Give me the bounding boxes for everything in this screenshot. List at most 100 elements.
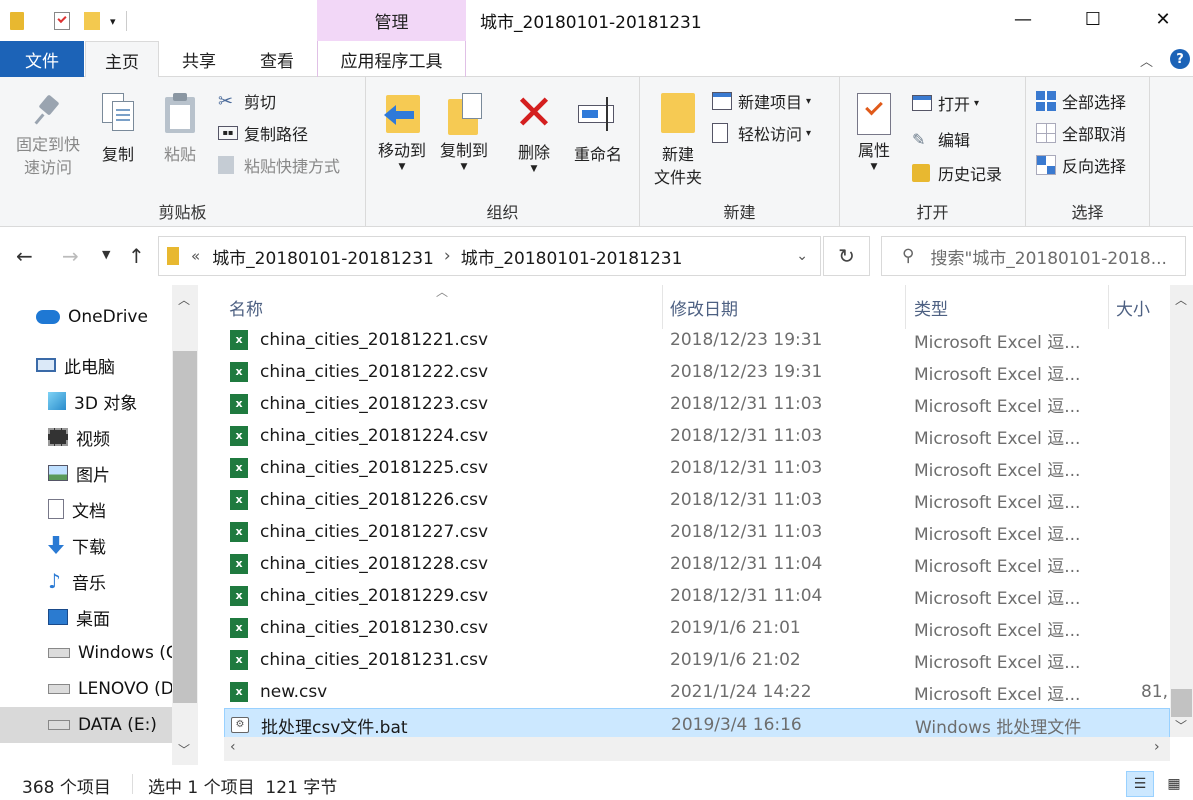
nav-item[interactable]: 图片 bbox=[0, 455, 172, 491]
refresh-button[interactable]: ↻ bbox=[823, 236, 870, 276]
easy-access-button[interactable]: 轻松访问 ▾ bbox=[712, 121, 811, 145]
history-button[interactable]: 历史记录 bbox=[912, 161, 1002, 185]
breadcrumb-parent[interactable]: 城市_20180101-20181231 bbox=[212, 244, 434, 269]
move-to-button[interactable]: 移动到 ▼ bbox=[372, 89, 432, 172]
invert-selection-button[interactable]: 反向选择 bbox=[1036, 153, 1126, 177]
file-row[interactable]: x china_cities_20181228.csv 2018/12/31 11:… bbox=[224, 548, 1170, 580]
up-arrow-icon[interactable]: ↑ bbox=[128, 244, 145, 268]
new-group: 新建 文件夹 新建项目 ▾ 轻松访问 ▾ 新建 bbox=[640, 77, 840, 227]
tab-home[interactable]: 主页 bbox=[85, 41, 159, 78]
recent-locations-chevron-icon[interactable]: ▼ bbox=[102, 248, 110, 261]
file-row[interactable]: x china_cities_20181226.csv 2018/12/31 11:… bbox=[224, 484, 1170, 516]
file-row[interactable]: x china_cities_20181227.csv 2018/12/31 11:… bbox=[224, 516, 1170, 548]
nav-item[interactable]: 视频 bbox=[0, 419, 172, 455]
rename-button[interactable]: 重命名 bbox=[568, 89, 628, 166]
minimize-button[interactable]: — bbox=[1000, 0, 1046, 38]
column-header-date[interactable]: 修改日期 bbox=[670, 285, 738, 329]
column-divider[interactable] bbox=[1108, 285, 1109, 329]
nav-item[interactable]: ♪ 音乐 bbox=[0, 563, 172, 599]
search-box[interactable]: ⚲ 搜索"城市_20180101-2018... bbox=[881, 236, 1186, 276]
file-row[interactable]: x china_cities_20181229.csv 2018/12/31 11:… bbox=[224, 580, 1170, 612]
file-row[interactable]: x china_cities_20181221.csv 2018/12/23 19:… bbox=[224, 324, 1170, 356]
scroll-up-icon[interactable]: ︿ bbox=[1175, 291, 1187, 308]
select-none-button[interactable]: 全部取消 bbox=[1036, 121, 1126, 145]
file-scroll-thumb[interactable] bbox=[1171, 689, 1192, 717]
file-row[interactable]: x china_cities_20181225.csv 2018/12/31 11:… bbox=[224, 452, 1170, 484]
nav-item[interactable]: OneDrive bbox=[0, 299, 172, 335]
paste-shortcut-button[interactable]: 粘贴快捷方式 bbox=[218, 153, 340, 177]
forward-arrow-icon[interactable]: → bbox=[62, 244, 79, 268]
tab-share[interactable]: 共享 bbox=[160, 41, 238, 77]
paste-button[interactable]: 粘贴 bbox=[156, 89, 204, 166]
column-divider[interactable] bbox=[905, 285, 906, 329]
collapse-ribbon-icon[interactable]: ︿ bbox=[1140, 51, 1153, 70]
file-type: Microsoft Excel 逗... bbox=[914, 556, 1081, 577]
new-item-button[interactable]: 新建项目 ▾ bbox=[712, 89, 811, 113]
nav-scroll-thumb[interactable] bbox=[173, 351, 197, 703]
file-row[interactable]: x china_cities_20181223.csv 2018/12/31 11:… bbox=[224, 388, 1170, 420]
copy-to-button[interactable]: 复制到 ▼ bbox=[434, 89, 494, 172]
pin-quick-access-button[interactable]: 固定到快 速访问 bbox=[8, 89, 88, 179]
new-folder-button[interactable]: 新建 文件夹 bbox=[646, 89, 710, 189]
properties-button[interactable]: 属性 ▼ bbox=[848, 89, 900, 172]
address-history-chevron-icon[interactable]: ⌄ bbox=[796, 248, 808, 264]
file-row[interactable]: x new.csv 2021/1/24 14:22 Microsoft Excel 逗… bbox=[224, 676, 1170, 708]
tab-file[interactable]: 文件 bbox=[0, 41, 84, 77]
tab-view[interactable]: 查看 bbox=[238, 41, 316, 77]
item-count: 368 个项目 bbox=[22, 778, 111, 798]
nav-item[interactable]: 桌面 bbox=[0, 599, 172, 635]
excel-csv-icon: x bbox=[230, 554, 248, 574]
address-bar[interactable]: « 城市_20180101-20181231 › 城市_20180101-201… bbox=[158, 236, 821, 276]
copy-path-button[interactable]: ▪▪ 复制路径 bbox=[218, 121, 308, 145]
properties-icon[interactable] bbox=[54, 12, 70, 30]
file-row[interactable]: x china_cities_20181222.csv 2018/12/23 19:… bbox=[224, 356, 1170, 388]
file-row[interactable]: x china_cities_20181224.csv 2018/12/31 11:… bbox=[224, 420, 1170, 452]
details-view-icon[interactable]: ☰ bbox=[1126, 771, 1154, 797]
nav-scrollbar[interactable]: ︿ ﹀ bbox=[172, 285, 198, 765]
manage-contextual-tab[interactable]: 管理 bbox=[317, 0, 466, 41]
close-button[interactable]: ✕ bbox=[1140, 0, 1186, 38]
help-icon[interactable]: ? bbox=[1170, 49, 1190, 69]
desktop-icon bbox=[48, 609, 68, 625]
customize-dropdown-icon[interactable]: ▾ bbox=[110, 15, 116, 28]
open-button[interactable]: 打开 ▾ bbox=[912, 91, 979, 115]
column-divider[interactable] bbox=[662, 285, 663, 329]
column-header-size[interactable]: 大小 bbox=[1116, 285, 1150, 329]
breadcrumb-current[interactable]: 城市_20180101-20181231 bbox=[461, 244, 683, 269]
nav-item[interactable]: 文档 bbox=[0, 491, 172, 527]
scroll-down-icon[interactable]: ﹀ bbox=[1175, 717, 1187, 734]
file-list-scrollbar[interactable]: ︿ ﹀ bbox=[1170, 285, 1193, 737]
cut-button[interactable]: ✂ 剪切 bbox=[218, 89, 276, 113]
scroll-down-icon[interactable]: ﹀ bbox=[178, 741, 190, 758]
nav-item[interactable]: 此电脑 bbox=[0, 347, 172, 383]
folder-icon[interactable] bbox=[10, 12, 24, 30]
column-header-type[interactable]: 类型 bbox=[914, 285, 948, 329]
nav-item[interactable]: 3D 对象 bbox=[0, 383, 172, 419]
copy-button[interactable]: 复制 bbox=[94, 89, 142, 166]
file-date: 2018/12/31 11:04 bbox=[670, 554, 823, 574]
file-row[interactable]: x china_cities_20181231.csv 2019/1/6 21:02… bbox=[224, 644, 1170, 676]
file-row[interactable]: x china_cities_20181230.csv 2019/1/6 21:01… bbox=[224, 612, 1170, 644]
horizontal-scrollbar[interactable]: ‹ › bbox=[224, 737, 1170, 761]
select-all-button[interactable]: 全部选择 bbox=[1036, 89, 1126, 113]
edit-button[interactable]: ✎ 编辑 bbox=[912, 127, 970, 151]
back-arrow-icon[interactable]: ← bbox=[16, 244, 33, 268]
nav-item[interactable]: DATA (E:) bbox=[0, 707, 172, 743]
scroll-up-icon[interactable]: ︿ bbox=[178, 291, 190, 308]
nav-item[interactable]: LENOVO (D bbox=[0, 671, 172, 707]
nav-item[interactable]: Windows (C bbox=[0, 635, 172, 671]
column-header-name[interactable]: 名称 bbox=[229, 285, 263, 329]
breadcrumb-separator[interactable]: › bbox=[444, 246, 451, 266]
scroll-right-icon[interactable]: › bbox=[1154, 739, 1160, 755]
address-overflow[interactable]: « bbox=[191, 247, 200, 265]
large-icons-view-icon[interactable]: ▦ bbox=[1160, 771, 1188, 797]
tab-app-tools[interactable]: 应用程序工具 bbox=[317, 41, 466, 77]
new-folder-icon[interactable] bbox=[84, 12, 100, 30]
maximize-button[interactable]: ☐ bbox=[1070, 0, 1116, 38]
scroll-left-icon[interactable]: ‹ bbox=[230, 739, 236, 755]
file-row[interactable]: ⚙ 批处理csv文件.bat 2019/3/4 16:16 Windows 批处理文件 bbox=[224, 708, 1170, 740]
delete-button[interactable]: ✕ 删除 ▼ bbox=[510, 89, 558, 174]
nav-item[interactable]: 下载 bbox=[0, 527, 172, 563]
file-size bbox=[1116, 612, 1168, 644]
new-item-label: 新建项目 bbox=[738, 93, 803, 112]
